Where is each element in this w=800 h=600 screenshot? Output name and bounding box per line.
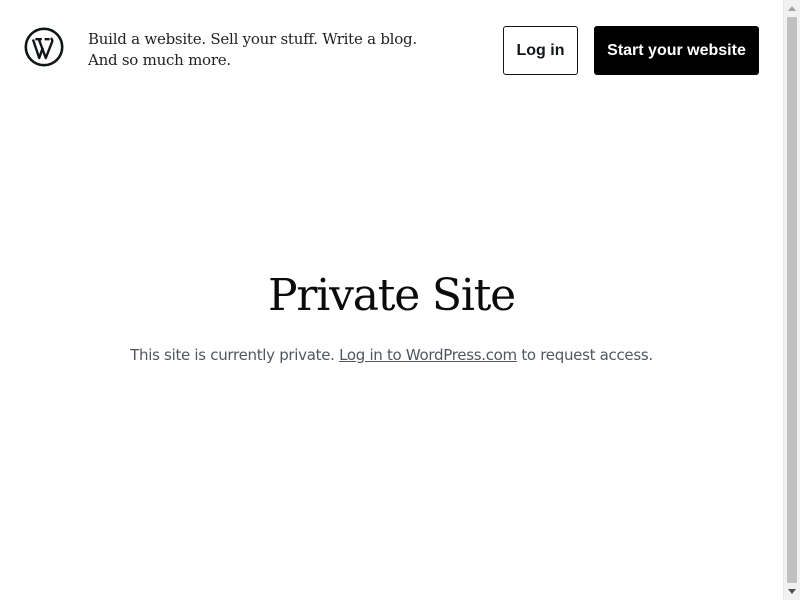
vertical-scrollbar[interactable] — [783, 0, 800, 600]
scroll-up-arrow-icon[interactable] — [784, 0, 800, 17]
message-prefix: This site is currently private. — [130, 346, 335, 364]
private-site-notice: Private Site This site is currently priv… — [0, 100, 783, 600]
tagline-line-2: And so much more. — [88, 51, 231, 69]
private-site-message: This site is currently private. Log in t… — [0, 344, 783, 366]
site-header: Build a website. Sell your stuff. Write … — [0, 0, 783, 100]
header-tagline: Build a website. Sell your stuff. Write … — [88, 29, 418, 71]
tagline-line-1: Build a website. Sell your stuff. Write … — [88, 30, 417, 48]
scrollbar-thumb[interactable] — [787, 17, 797, 583]
scroll-down-arrow-icon[interactable] — [784, 583, 800, 600]
message-suffix: to request access. — [521, 346, 653, 364]
browser-viewport: Build a website. Sell your stuff. Write … — [0, 0, 800, 600]
wordpress-logo-icon[interactable] — [24, 27, 64, 67]
start-your-website-button[interactable]: Start your website — [594, 26, 759, 75]
login-button[interactable]: Log in — [503, 26, 578, 75]
page-title: Private Site — [267, 270, 516, 321]
login-wordpress-link[interactable]: Log in to WordPress.com — [339, 346, 517, 364]
